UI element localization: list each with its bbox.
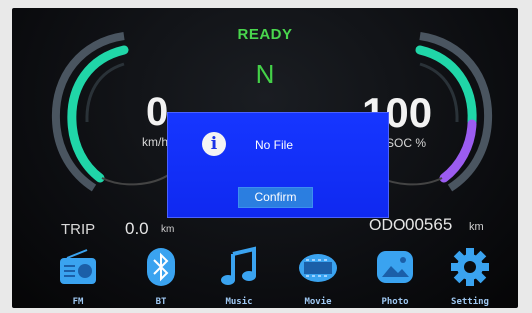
film-icon — [299, 254, 337, 282]
confirm-button[interactable]: Confirm — [238, 187, 313, 208]
bluetooth-icon — [147, 248, 175, 286]
app-bt[interactable]: BT — [131, 246, 191, 307]
battery-soc-unit: SOC % — [386, 136, 427, 150]
no-file-dialog: i No File Confirm — [167, 112, 389, 218]
app-label-bt: BT — [155, 297, 167, 307]
music-note-icon — [221, 246, 256, 285]
app-music[interactable]: Music — [209, 246, 269, 307]
radio-icon — [60, 249, 96, 284]
app-label-photo: Photo — [381, 297, 409, 307]
odo-unit: km — [469, 221, 484, 233]
dashboard-screen: READY N 0 km/h 100 SOC % TRIP 0.0 km ODO… — [12, 8, 518, 308]
app-fm[interactable]: FM — [48, 246, 108, 307]
odo-value: 00565 — [405, 215, 453, 234]
app-label-fm: FM — [72, 297, 84, 307]
app-label-movie: Movie — [304, 297, 332, 307]
gear-icon — [451, 248, 489, 286]
info-icon: i — [202, 132, 226, 156]
app-setting[interactable]: Setting — [440, 246, 500, 307]
app-label-setting: Setting — [451, 297, 489, 307]
odo-label: ODO — [369, 217, 406, 234]
speed-unit: km/h — [142, 135, 169, 149]
trip-label: TRIP — [61, 221, 96, 238]
app-movie[interactable]: Movie — [288, 246, 348, 307]
ready-indicator: READY — [237, 26, 293, 43]
photo-icon — [377, 251, 413, 283]
speed-value: 0 — [146, 90, 169, 134]
dialog-message: No File — [255, 138, 294, 152]
app-photo[interactable]: Photo — [365, 246, 425, 307]
app-label-music: Music — [225, 297, 253, 307]
trip-value: 0.0 — [125, 219, 149, 238]
trip-unit: km — [161, 224, 175, 235]
gear-indicator: N — [255, 59, 275, 89]
